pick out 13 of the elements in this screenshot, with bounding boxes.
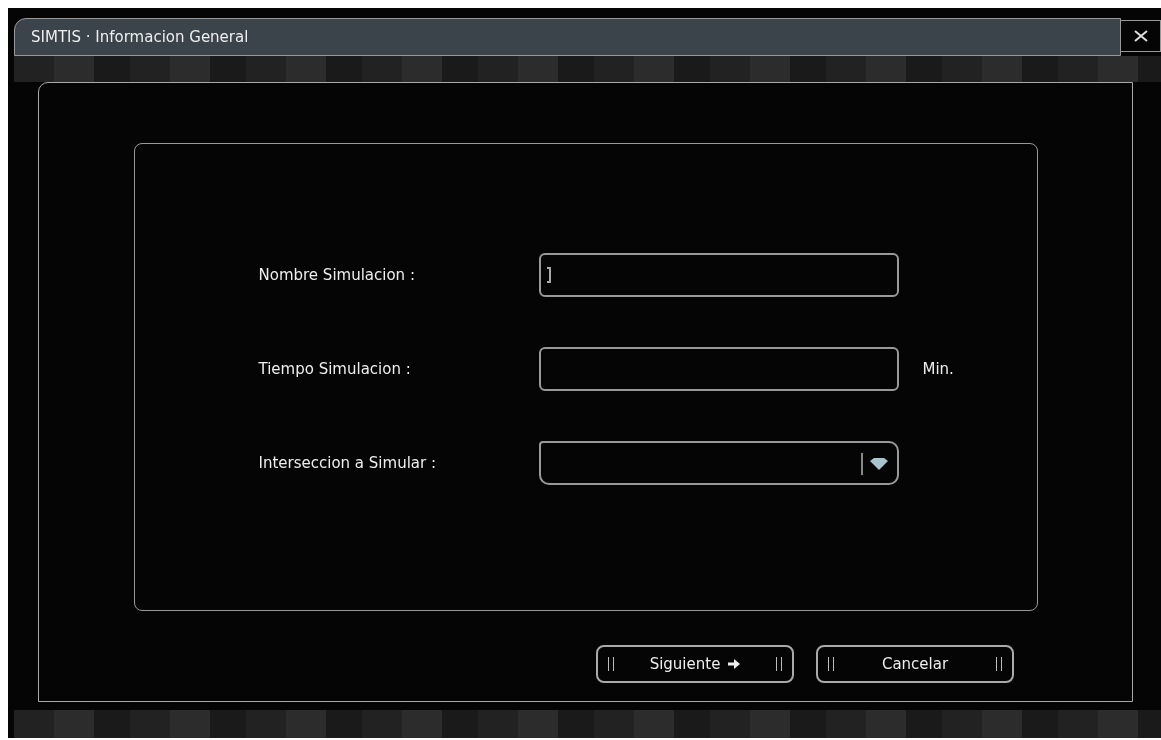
next-button[interactable]: Siguiente [596, 645, 794, 683]
cancel-button[interactable]: Cancelar [816, 645, 1014, 683]
field-label: Interseccion a Simular : [258, 454, 437, 472]
dropdown-field[interactable] [538, 441, 899, 485]
input-field[interactable] [538, 347, 899, 391]
field-label: Nombre Simulacion : [258, 266, 416, 284]
arrow-right-icon [728, 659, 741, 669]
unit-label: Min. [922, 360, 954, 378]
close-button[interactable] [1121, 20, 1161, 52]
field-label: Tiempo Simulacion : [258, 360, 412, 378]
dropdown-arrow-icon [868, 457, 889, 471]
input-field[interactable] [538, 253, 899, 297]
window-title: SIMTIS · Informacion General [31, 28, 249, 46]
